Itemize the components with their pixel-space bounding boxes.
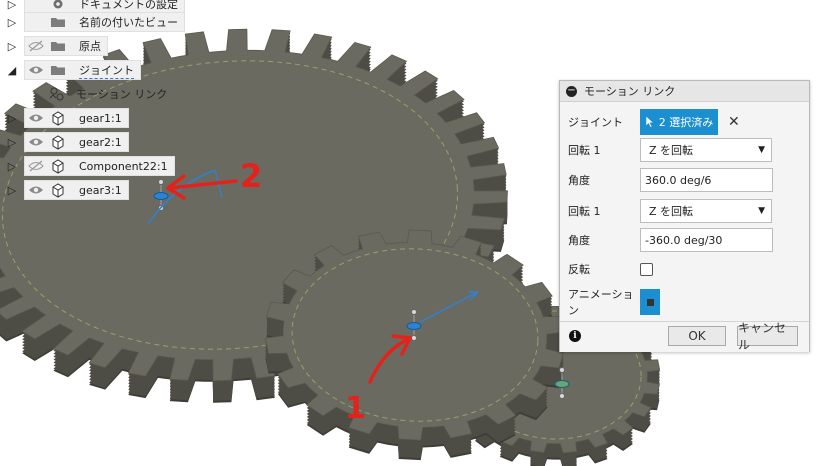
expand-triangle-icon[interactable]: ▷ <box>6 108 18 128</box>
browser-item[interactable]: ▷ gear1:1 <box>6 108 129 128</box>
browser-item[interactable]: ▷ Component22:1 <box>6 156 175 176</box>
cursor-icon <box>645 116 655 128</box>
ok-label: OK <box>688 329 706 343</box>
reverse-label: 反転 <box>568 263 590 276</box>
joint-node <box>158 179 164 185</box>
animation-button[interactable] <box>640 289 660 315</box>
cancel-button[interactable]: キャンセル <box>737 321 798 352</box>
dialog-title: モーション リンク <box>584 85 676 98</box>
rotation1-dropdown[interactable]: Z を回転 ▼ <box>640 138 772 162</box>
annotation-label-2: 2 <box>240 157 262 195</box>
browser-node[interactable]: Component22:1 <box>24 156 175 176</box>
browser-item-label: 名前の付いたビュー <box>79 16 178 29</box>
joint-select-label: 2 選択済み <box>658 116 714 129</box>
browser-item[interactable]: モーション リンク <box>40 84 173 104</box>
browser-item-label: gear2:1 <box>79 135 122 149</box>
component-icon <box>49 182 67 198</box>
eye-hidden-icon[interactable] <box>27 158 45 174</box>
joint-node <box>411 335 417 341</box>
collapse-triangle-icon[interactable]: ◢ <box>6 60 18 80</box>
expand-triangle-icon[interactable]: ▷ <box>6 36 18 56</box>
component-icon <box>49 158 67 174</box>
eye-icon[interactable] <box>27 182 45 198</box>
folder-icon <box>49 62 67 78</box>
browser-item-label: ドキュメントの設定 <box>79 0 178 11</box>
browser-item-label: gear1:1 <box>79 111 122 125</box>
browser-item[interactable]: ▷ gear3:1 <box>6 180 129 200</box>
browser-node[interactable]: gear1:1 <box>24 108 129 128</box>
browser-item-label: Component22:1 <box>79 159 168 173</box>
browser-node[interactable]: ジョイント <box>24 60 141 80</box>
angle2-label: 角度 <box>568 234 590 247</box>
browser-node[interactable]: gear3:1 <box>24 180 129 200</box>
angle1-row: 角度 <box>568 168 773 192</box>
expand-triangle-icon[interactable]: ▷ <box>6 180 18 200</box>
visibility-spacer <box>27 14 45 30</box>
annotation-label-1: 1 <box>345 391 366 426</box>
clear-selection-icon[interactable]: ✕ <box>728 114 740 130</box>
rotation1-value: Z を回転 <box>649 144 694 157</box>
component-icon <box>49 110 67 126</box>
expand-triangle-icon[interactable]: ▷ <box>6 132 18 152</box>
browser-item[interactable]: ▷ 原点 <box>6 36 108 56</box>
cancel-label: キャンセル <box>738 321 787 352</box>
component-icon <box>49 134 67 150</box>
animation-row: アニメーション <box>568 286 660 318</box>
browser-node[interactable]: 原点 <box>24 36 108 56</box>
angle2-input[interactable] <box>640 228 773 252</box>
browser-item-label: gear3:1 <box>79 183 122 197</box>
reverse-checkbox[interactable] <box>640 262 653 276</box>
expand-triangle-icon[interactable]: ▷ <box>6 156 18 176</box>
info-icon[interactable]: i <box>569 330 581 342</box>
rotation1-row: 回転 1 Z を回転 ▼ <box>568 138 772 162</box>
joint-row: ジョイント 2 選択済み ✕ <box>568 109 740 135</box>
browser-node[interactable]: モーション リンク <box>46 85 173 103</box>
joint-disc <box>554 380 570 388</box>
rotation1-label: 回転 1 <box>568 144 601 157</box>
folder-icon <box>49 14 67 30</box>
eye-icon[interactable] <box>27 134 45 150</box>
browser-node[interactable]: gear2:1 <box>24 132 129 152</box>
joint-node <box>559 367 565 373</box>
joint-node <box>411 309 417 315</box>
joint-node <box>559 393 565 399</box>
motion-link-dialog: − モーション リンク ジョイント 2 選択済み ✕ 回転 1 Z を回転 ▼ … <box>559 80 810 352</box>
reverse-row: 反転 <box>568 258 653 280</box>
collapse-icon[interactable]: − <box>566 85 577 97</box>
dialog-footer: i OK キャンセル <box>560 321 809 352</box>
browser-item-label: ジョイント <box>79 63 134 79</box>
gear-icon <box>49 0 67 12</box>
joint-select-button[interactable]: 2 選択済み <box>640 109 718 135</box>
angle2-row: 角度 <box>568 228 773 252</box>
eye-icon[interactable] <box>27 62 45 78</box>
dialog-header[interactable]: − モーション リンク <box>560 81 809 102</box>
chevron-down-icon: ▼ <box>758 145 765 155</box>
visibility-spacer <box>27 0 45 12</box>
rotation2-value: Z を回転 <box>649 205 694 218</box>
browser-item[interactable]: ▷ gear2:1 <box>6 132 129 152</box>
joint-disc <box>153 192 169 200</box>
rotation2-dropdown[interactable]: Z を回転 ▼ <box>640 199 772 223</box>
angle1-label: 角度 <box>568 174 590 187</box>
chevron-down-icon: ▼ <box>758 206 765 216</box>
motion-link-icon <box>48 86 66 102</box>
browser-item[interactable]: ◢ ジョイント <box>6 60 141 80</box>
animation-label: アニメーション <box>568 288 634 317</box>
angle1-input[interactable] <box>640 168 773 192</box>
rotation2-label: 回転 1 <box>568 205 601 218</box>
ok-button[interactable]: OK <box>668 326 726 346</box>
browser-item[interactable]: ▷ 名前の付いたビュー <box>6 12 185 32</box>
folder-icon <box>49 38 67 54</box>
browser-item-label: モーション リンク <box>76 88 168 101</box>
browser-node[interactable]: 名前の付いたビュー <box>24 12 185 32</box>
eye-hidden-icon[interactable] <box>27 38 45 54</box>
browser-item-label: 原点 <box>79 40 101 53</box>
eye-icon[interactable] <box>27 110 45 126</box>
rotation2-row: 回転 1 Z を回転 ▼ <box>568 199 772 223</box>
joint-disc <box>406 322 422 330</box>
stop-icon <box>646 298 654 306</box>
joint-label: ジョイント <box>568 116 623 129</box>
expand-triangle-icon[interactable]: ▷ <box>6 12 18 32</box>
